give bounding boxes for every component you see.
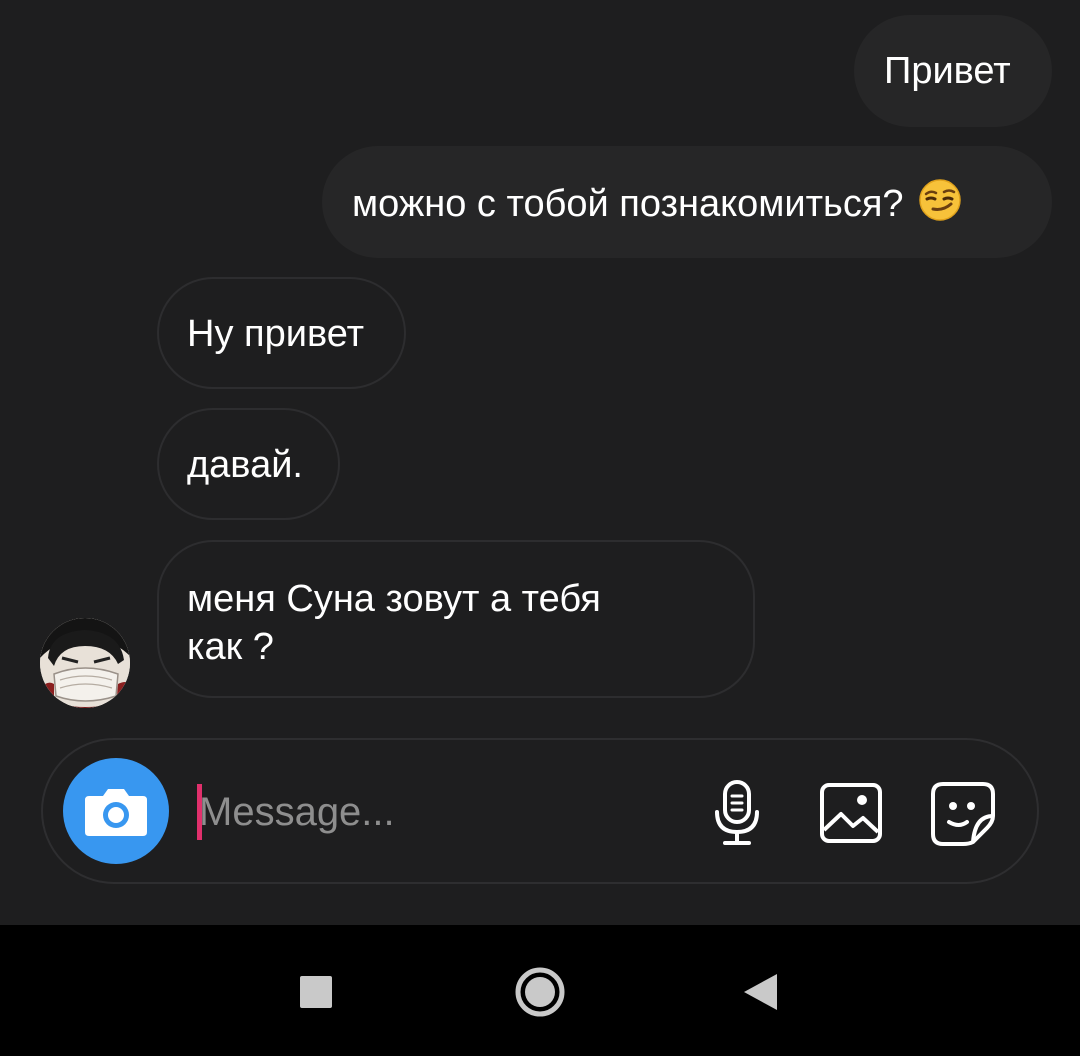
camera-button[interactable] bbox=[63, 758, 169, 864]
message-text: Привет bbox=[884, 50, 1011, 92]
camera-icon bbox=[85, 789, 147, 836]
sent-message-bubble[interactable]: Привет bbox=[854, 15, 1052, 127]
system-navigation-bar bbox=[0, 925, 1080, 1056]
message-text-line: как ? bbox=[187, 626, 274, 668]
message-text-line: меня Суна зовут а тебя bbox=[187, 578, 601, 620]
avatar-illustration bbox=[40, 618, 130, 708]
direct-message-screen: Привет можно с тобой познакомиться? Ну п… bbox=[0, 0, 1080, 1056]
message-input[interactable] bbox=[199, 776, 679, 848]
back-triangle-icon[interactable] bbox=[722, 953, 802, 1033]
message-text: можно с тобой познакомиться? bbox=[352, 183, 904, 225]
sent-message-bubble[interactable]: можно с тобой познакомиться? bbox=[322, 146, 1052, 258]
message-text: давай. bbox=[187, 444, 303, 486]
home-circle-icon[interactable] bbox=[500, 953, 580, 1033]
message-composer bbox=[41, 738, 1039, 884]
sticker-icon[interactable] bbox=[925, 776, 1001, 852]
recents-square-icon[interactable] bbox=[276, 953, 356, 1033]
message-text: Ну привет bbox=[187, 313, 364, 355]
received-message-bubble[interactable]: меня Суна зовут а тебя как ? bbox=[157, 540, 755, 698]
gallery-icon[interactable] bbox=[813, 776, 889, 852]
smirking-face-emoji-icon bbox=[919, 179, 961, 221]
received-message-bubble[interactable]: давай. bbox=[157, 408, 340, 520]
sender-avatar[interactable] bbox=[40, 618, 130, 708]
microphone-icon[interactable] bbox=[699, 776, 775, 852]
received-message-bubble[interactable]: Ну привет bbox=[157, 277, 406, 389]
